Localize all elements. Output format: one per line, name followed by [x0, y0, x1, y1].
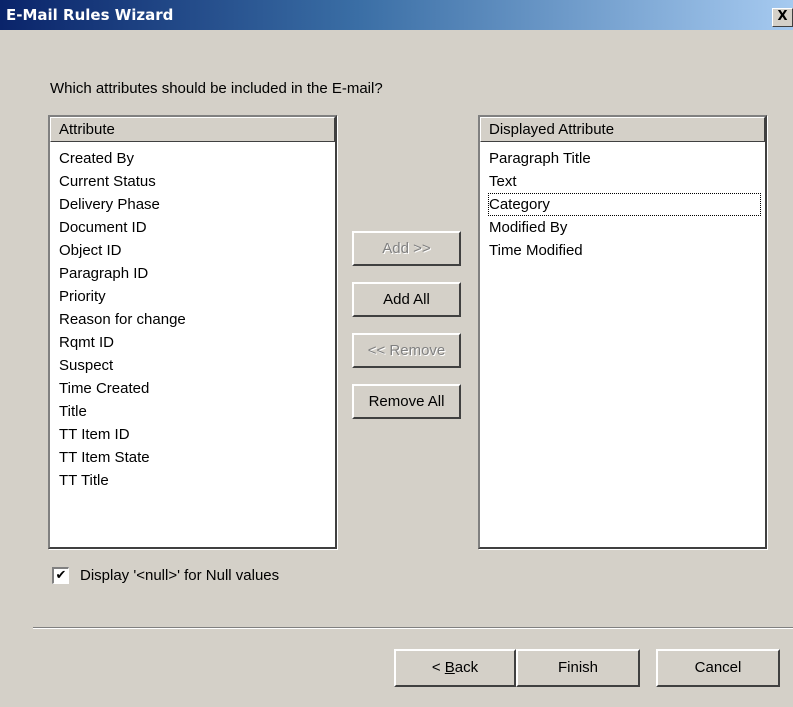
list-item[interactable]: Delivery Phase [58, 193, 331, 216]
checkmark-icon: ✔ [55, 568, 67, 583]
list-item[interactable]: Current Status [58, 170, 331, 193]
list-item[interactable]: Reason for change [58, 308, 331, 331]
add-all-button[interactable]: Add All [352, 282, 461, 317]
list-item[interactable]: Rqmt ID [58, 331, 331, 354]
close-icon: X [777, 9, 788, 24]
title-bar[interactable]: E-Mail Rules Wizard X [0, 0, 793, 30]
list-item[interactable]: Title [58, 400, 331, 423]
cancel-button[interactable]: Cancel [656, 649, 780, 687]
back-button-accelerator: B [444, 659, 455, 676]
back-button-rest: ack [454, 659, 479, 676]
list-item[interactable]: Suspect [58, 354, 331, 377]
displayed-attributes-list[interactable]: Displayed Attribute Paragraph Title Text C… [478, 115, 767, 549]
back-button-prefix: < [431, 659, 445, 676]
list-item[interactable]: Created By [58, 147, 331, 170]
null-values-checkbox[interactable]: ✔ [52, 567, 69, 584]
list-item[interactable]: Time Created [58, 377, 331, 400]
list-item[interactable]: Paragraph ID [58, 262, 331, 285]
footer-separator [33, 627, 793, 629]
remove-button[interactable]: << Remove [352, 333, 461, 368]
window-title: E-Mail Rules Wizard [6, 6, 174, 24]
available-attributes-header[interactable]: Attribute [50, 117, 335, 142]
email-rules-wizard-window: E-Mail Rules Wizard X Which attributes s… [0, 0, 793, 707]
list-item[interactable]: TT Item ID [58, 423, 331, 446]
back-button[interactable]: < Back [394, 649, 516, 687]
list-item[interactable]: Document ID [58, 216, 331, 239]
list-item[interactable]: Object ID [58, 239, 331, 262]
displayed-attributes-items: Paragraph Title Text Category Modified By Ti… [488, 147, 761, 262]
list-item[interactable]: Paragraph Title [488, 147, 761, 170]
list-item[interactable]: Category [488, 193, 761, 216]
list-item[interactable]: TT Item State [58, 446, 331, 469]
list-item[interactable]: Text [488, 170, 761, 193]
available-attributes-list[interactable]: Attribute Created By Current Status Delive… [48, 115, 337, 549]
displayed-attributes-header[interactable]: Displayed Attribute [480, 117, 765, 142]
available-attributes-items: Created By Current Status Delivery Phase Do… [58, 147, 331, 492]
close-button[interactable]: X [772, 8, 793, 27]
finish-button[interactable]: Finish [516, 649, 640, 687]
add-button[interactable]: Add >> [352, 231, 461, 266]
attributes-prompt: Which attributes should be included in t… [50, 80, 383, 97]
list-item[interactable]: Priority [58, 285, 331, 308]
list-item[interactable]: TT Title [58, 469, 331, 492]
list-item[interactable]: Modified By [488, 216, 761, 239]
null-values-label[interactable]: Display '<null>' for Null values [80, 566, 279, 586]
list-item[interactable]: Time Modified [488, 239, 761, 262]
remove-all-button[interactable]: Remove All [352, 384, 461, 419]
